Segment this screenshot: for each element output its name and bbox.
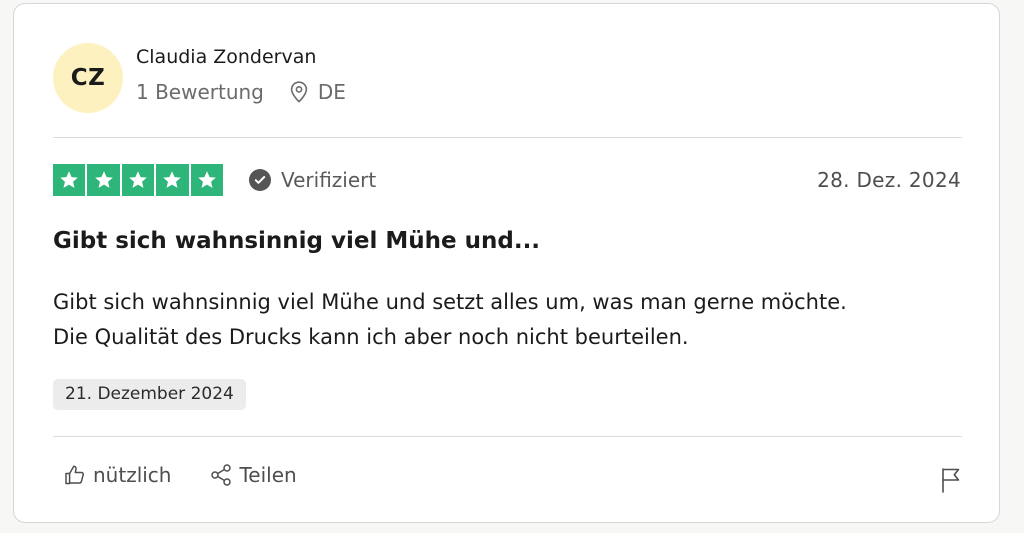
country-code: DE — [317, 80, 346, 104]
verified-label: Verifiziert — [281, 168, 377, 192]
star-icon — [156, 164, 189, 196]
flag-icon — [942, 468, 960, 493]
divider-bottom — [53, 436, 962, 437]
share-icon — [211, 464, 232, 486]
share-button[interactable]: Teilen — [209, 463, 297, 487]
star-icon — [190, 164, 223, 196]
review-card: CZ Claudia Zondervan 1 Bewertung DE Veri… — [13, 3, 1000, 523]
star-icon — [87, 164, 120, 196]
review-title[interactable]: Gibt sich wahnsinnig viel Mühe und... — [53, 228, 540, 254]
review-actions: nützlich Teilen — [63, 463, 297, 487]
divider-top — [53, 137, 962, 138]
review-body-line: Die Qualität des Drucks kann ich aber no… — [53, 325, 689, 349]
thumbs-up-icon — [65, 465, 85, 485]
verified-badge[interactable]: Verifiziert — [249, 168, 376, 192]
reviewer-meta: 1 Bewertung DE — [136, 80, 346, 104]
avatar[interactable]: CZ — [53, 43, 123, 113]
check-circle-icon — [249, 169, 271, 191]
location-pin-icon — [290, 81, 308, 103]
useful-button[interactable]: nützlich — [63, 463, 171, 487]
star-icon — [53, 164, 86, 196]
review-body: Gibt sich wahnsinnig viel Mühe und setzt… — [53, 285, 953, 355]
report-button[interactable] — [939, 466, 963, 498]
share-label: Teilen — [239, 463, 297, 487]
useful-label: nützlich — [93, 463, 172, 487]
experience-date-tag: 21. Dezember 2024 — [53, 379, 246, 410]
star-rating — [53, 164, 223, 196]
reviewer-location: DE — [290, 80, 346, 104]
reviewer-name[interactable]: Claudia Zondervan — [136, 46, 316, 68]
review-date: 28. Dez. 2024 — [817, 168, 961, 192]
star-icon — [121, 164, 155, 196]
review-body-line: Gibt sich wahnsinnig viel Mühe und setzt… — [53, 290, 847, 314]
review-count: 1 Bewertung — [136, 80, 264, 104]
